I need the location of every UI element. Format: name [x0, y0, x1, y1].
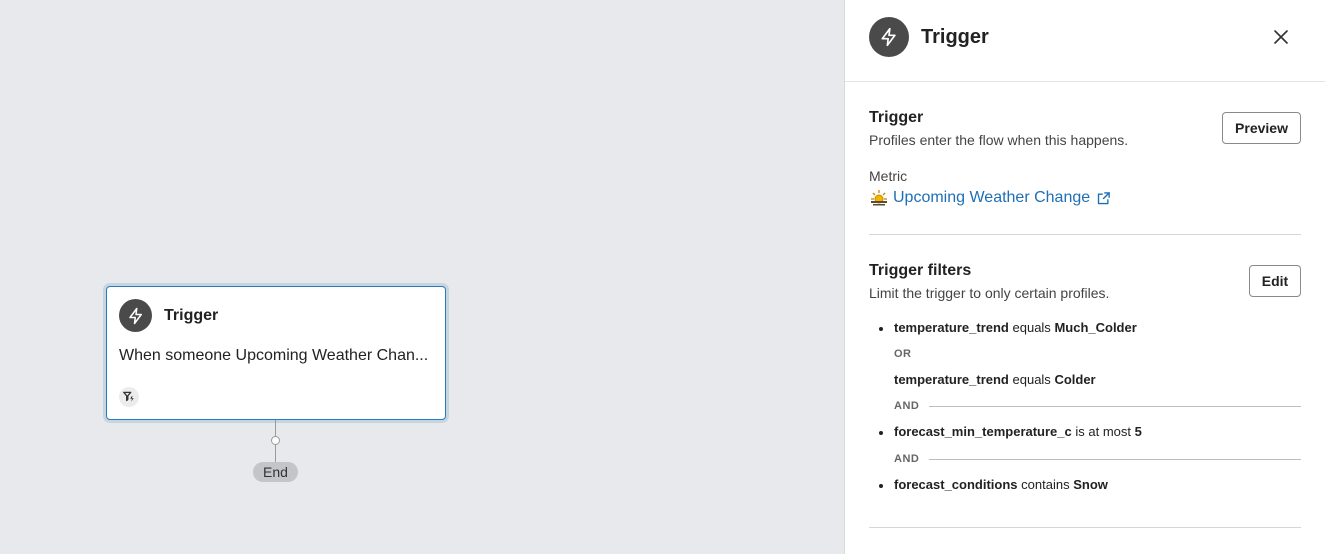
- filter-lightning-icon: [119, 387, 139, 407]
- bullet: [879, 484, 883, 488]
- preview-button[interactable]: Preview: [1222, 112, 1301, 144]
- lightning-icon: [119, 299, 152, 332]
- filter-field: forecast_min_temperature_c: [894, 424, 1072, 439]
- filter-operator: contains: [1021, 477, 1070, 492]
- joiner-divider: [929, 459, 1301, 460]
- trigger-section-subtitle: Profiles enter the flow when this happen…: [869, 132, 1129, 148]
- edit-filters-button[interactable]: Edit: [1249, 265, 1301, 297]
- flow-canvas[interactable]: Trigger When someone Upcoming Weather Ch…: [0, 0, 844, 554]
- filter-field: temperature_trend: [894, 320, 1009, 335]
- filter-value: 5: [1134, 424, 1142, 439]
- joiner-divider: [929, 406, 1301, 407]
- end-node: End: [253, 462, 298, 482]
- filter-joiner-and: AND: [894, 453, 920, 465]
- section-divider: [869, 527, 1301, 528]
- filter-value: Much_Colder: [1054, 320, 1137, 335]
- close-button[interactable]: [1269, 25, 1293, 49]
- bullet: [879, 327, 883, 331]
- panel-header: Trigger: [845, 0, 1325, 82]
- close-icon: [1274, 30, 1288, 44]
- trigger-node-description: When someone Upcoming Weather Chan...: [119, 347, 429, 364]
- filter-field: temperature_trend: [894, 372, 1009, 387]
- external-link-icon: [1097, 191, 1110, 204]
- filters-section-subtitle: Limit the trigger to only certain profil…: [869, 285, 1110, 301]
- panel-title: Trigger: [921, 26, 989, 48]
- trigger-node[interactable]: Trigger When someone Upcoming Weather Ch…: [106, 286, 446, 420]
- filters-section-title: Trigger filters: [869, 262, 972, 279]
- sun-behind-cloud-icon: [871, 190, 887, 206]
- filter-joiner-and: AND: [894, 400, 920, 412]
- filter-operator: equals: [1012, 372, 1051, 387]
- filter-value: Colder: [1054, 372, 1096, 387]
- metric-label: Metric: [869, 168, 908, 184]
- filter-joiner-or: OR: [894, 348, 912, 360]
- bullet: [879, 431, 883, 435]
- lightning-icon: [869, 17, 909, 57]
- section-divider: [869, 234, 1301, 235]
- filter-value: Snow: [1073, 477, 1108, 492]
- trigger-details-panel: Trigger Trigger Profiles enter the flow …: [844, 0, 1325, 554]
- filter-operator: is at most: [1075, 424, 1131, 439]
- filter-field: forecast_conditions: [894, 477, 1018, 492]
- filter-operator: equals: [1012, 320, 1051, 335]
- metric-name: Upcoming Weather Change: [893, 189, 1091, 206]
- metric-link[interactable]: Upcoming Weather Change: [869, 188, 1111, 208]
- trigger-node-header: Trigger: [119, 299, 218, 332]
- trigger-section-title: Trigger: [869, 109, 924, 126]
- connector-add-point[interactable]: [271, 436, 280, 445]
- trigger-node-title: Trigger: [164, 306, 219, 324]
